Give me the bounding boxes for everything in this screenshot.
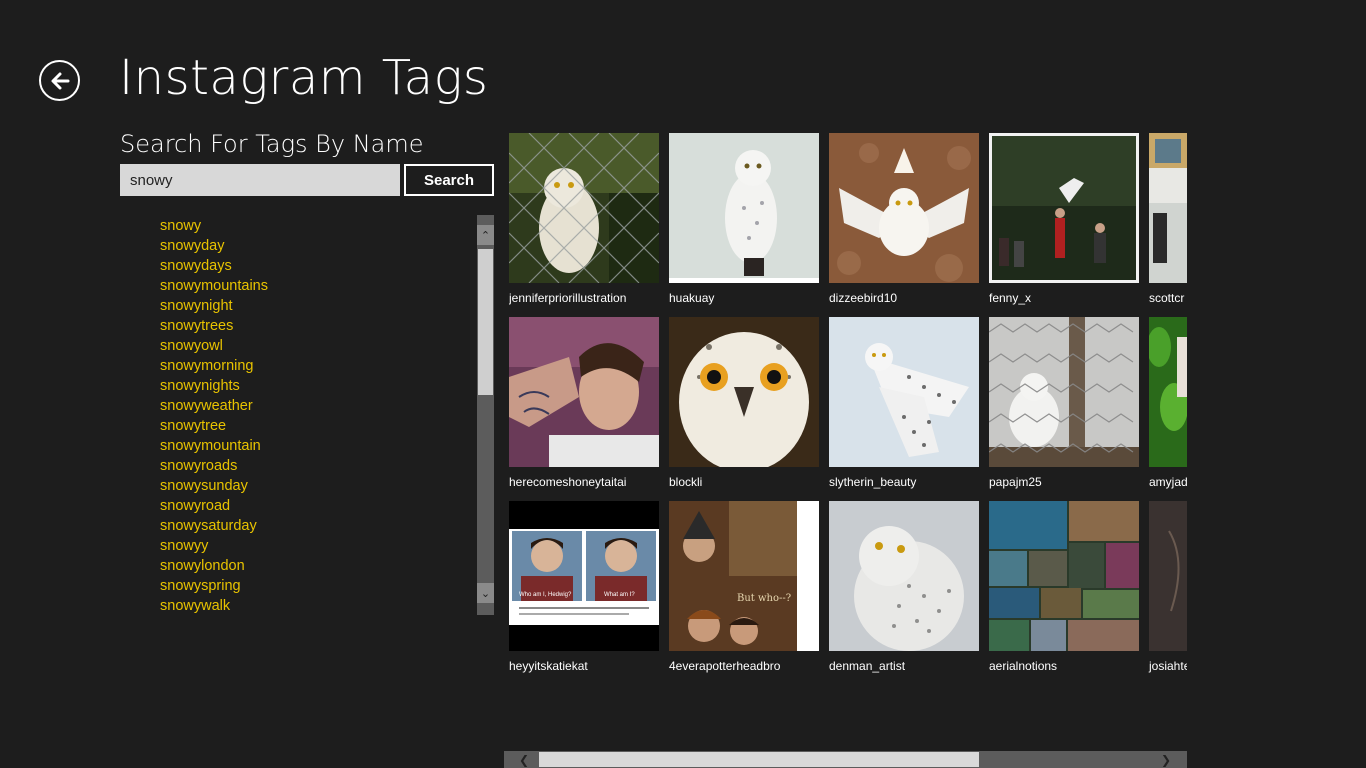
photo-username[interactable]: blockli — [669, 475, 702, 489]
back-arrow-icon — [51, 72, 69, 89]
tag-item[interactable]: snowyroads — [160, 456, 268, 476]
scroll-down-icon[interactable]: ⌄ — [477, 583, 494, 603]
photo-tile[interactable] — [509, 317, 659, 467]
tag-item[interactable]: snowysunday — [160, 476, 268, 496]
photo-username[interactable]: amyjad — [1149, 475, 1187, 489]
tag-item[interactable]: snowynight — [160, 296, 268, 316]
photo-username[interactable]: josiahte — [1149, 659, 1187, 673]
photo-tile[interactable] — [829, 501, 979, 651]
meme-photo: Who am I, Hedwig? What am I? — [509, 501, 659, 651]
tag-item[interactable]: snowyy — [160, 536, 268, 556]
tag-item[interactable]: snowymountains — [160, 276, 268, 296]
poster-text: But who--? — [737, 593, 791, 604]
search-button[interactable]: Search — [404, 164, 494, 196]
owl-photo — [829, 133, 979, 283]
tag-item[interactable]: snowyspring — [160, 576, 268, 596]
tag-item[interactable]: snowylondon — [160, 556, 268, 576]
scroll-left-icon[interactable]: ❮ — [514, 751, 534, 768]
photo-username[interactable]: scottcr — [1149, 291, 1184, 305]
photo-tile[interactable]: Who am I, Hedwig? What am I? — [509, 501, 659, 651]
photo-username[interactable]: denman_artist — [829, 659, 905, 673]
scrollbar-thumb[interactable] — [539, 752, 979, 767]
tag-list: snowy snowyday snowydays snowymountains … — [160, 216, 268, 616]
tag-item[interactable]: snowymountain — [160, 436, 268, 456]
photo-username[interactable]: fenny_x — [989, 291, 1031, 305]
collage-photo — [989, 501, 1139, 651]
photo-tile[interactable] — [989, 133, 1139, 283]
sketch-photo — [1149, 501, 1187, 651]
photo-username[interactable]: herecomeshoneytaitai — [509, 475, 626, 489]
photo-tile[interactable] — [1149, 501, 1187, 651]
collage-photo: But who--? — [669, 501, 819, 651]
photo-tile[interactable] — [1149, 317, 1187, 467]
tag-item[interactable]: snowytrees — [160, 316, 268, 336]
search-heading: Search For Tags By Name — [120, 130, 424, 158]
owl-photo — [829, 501, 979, 651]
photo-tile[interactable] — [669, 133, 819, 283]
meme-caption-left: Who am I, Hedwig? — [519, 592, 572, 598]
owl-photo — [829, 317, 979, 467]
photo-username[interactable]: papajm25 — [989, 475, 1042, 489]
page-title: Instagram Tags — [119, 50, 489, 106]
photo-tile[interactable] — [989, 501, 1139, 651]
photo-username[interactable]: dizzeebird10 — [829, 291, 897, 305]
portrait-photo — [509, 317, 659, 467]
meme-caption-right: What am I? — [604, 592, 635, 598]
owl-photo — [669, 317, 819, 467]
tag-item[interactable]: snowyday — [160, 236, 268, 256]
tag-item[interactable]: snowytree — [160, 416, 268, 436]
tag-item[interactable]: snowywalk — [160, 596, 268, 616]
tag-item[interactable]: snowyroad — [160, 496, 268, 516]
owl-photo — [989, 133, 1139, 283]
photo-username[interactable]: 4everapotterheadbro — [669, 659, 780, 673]
photo-username[interactable]: aerialnotions — [989, 659, 1057, 673]
scrollbar-thumb[interactable] — [478, 249, 493, 395]
photo-tile[interactable] — [669, 317, 819, 467]
photo-tile[interactable] — [989, 317, 1139, 467]
photo-username[interactable]: heyyitskatiekat — [509, 659, 588, 673]
photo-tile[interactable] — [1149, 133, 1187, 283]
photo-grid: Who am I, Hedwig? What am I? But who--? — [509, 133, 1187, 693]
scroll-right-icon[interactable]: ❯ — [1156, 751, 1176, 768]
tag-item[interactable]: snowy — [160, 216, 268, 236]
photo-username[interactable]: jenniferpriorillustration — [509, 291, 626, 305]
owl-photo — [669, 133, 819, 283]
tag-item[interactable]: snowysaturday — [160, 516, 268, 536]
photo-tile[interactable] — [509, 133, 659, 283]
photo-grid-scrollbar[interactable]: ❮ ❯ — [504, 751, 1187, 768]
owl-photo — [989, 317, 1139, 467]
tag-item[interactable]: snowydays — [160, 256, 268, 276]
room-photo — [1149, 133, 1187, 283]
photo-tile[interactable]: But who--? — [669, 501, 819, 651]
tag-item[interactable]: snowyweather — [160, 396, 268, 416]
photo-username[interactable]: slytherin_beauty — [829, 475, 916, 489]
back-button[interactable] — [39, 60, 80, 101]
tag-item[interactable]: snowynights — [160, 376, 268, 396]
owl-photo — [509, 133, 659, 283]
tag-item[interactable]: snowyowl — [160, 336, 268, 356]
tag-list-scrollbar[interactable]: ⌃ ⌄ — [477, 215, 494, 615]
scroll-up-icon[interactable]: ⌃ — [477, 225, 494, 245]
plant-photo — [1149, 317, 1187, 467]
photo-tile[interactable] — [829, 317, 979, 467]
search-input[interactable] — [120, 164, 400, 196]
tag-item[interactable]: snowymorning — [160, 356, 268, 376]
photo-username[interactable]: huakuay — [669, 291, 714, 305]
photo-tile[interactable] — [829, 133, 979, 283]
